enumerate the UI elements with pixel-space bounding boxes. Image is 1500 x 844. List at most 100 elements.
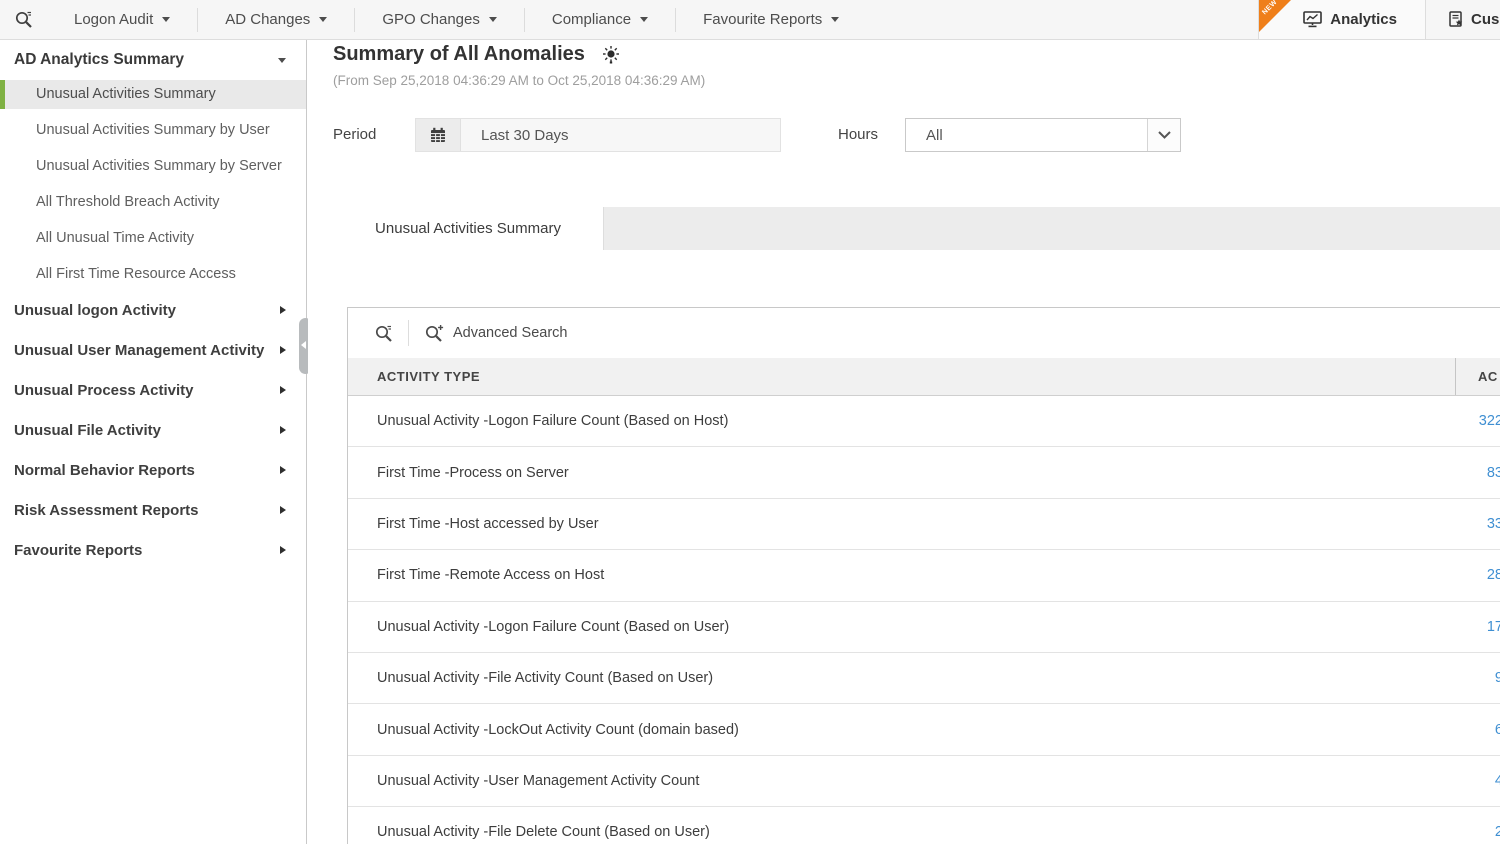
nav-menu-favourite-reports[interactable]: Favourite Reports [675,8,866,32]
table-row: Unusual Activity -LockOut Activity Count… [348,704,1500,755]
table-row: Unusual Activity -File Delete Count (Bas… [348,807,1500,844]
activity-count-header[interactable]: AC [1455,358,1500,395]
activity-type-cell: First Time -Process on Server [348,465,1455,481]
chevron-right-icon [280,466,286,474]
hours-select[interactable]: All [905,118,1181,152]
sidebar-section-label: Risk Assessment Reports [14,502,199,519]
table-row: Unusual Activity -Logon Failure Count (B… [348,602,1500,653]
tab-label: Unusual Activities Summary [375,220,561,237]
sidebar-section[interactable]: Unusual File Activity [0,416,306,444]
search-icon [374,324,393,343]
nav-menu-bar: Logon Audit AD Changes GPO Changes Complian… [47,0,866,39]
new-ribbon: NEW [1259,0,1291,32]
sidebar-section-label: Favourite Reports [14,542,142,559]
nav-menu-gpo-changes[interactable]: GPO Changes [354,8,524,32]
table-row: Unusual Activity -Logon Failure Count (B… [348,396,1500,447]
activity-count-link[interactable]: 9 [1495,670,1500,686]
global-search-button[interactable] [0,10,47,29]
activity-count-cell: 28 [1455,566,1500,584]
sidebar-section-label: Unusual File Activity [14,422,161,439]
chevron-right-icon [280,306,286,314]
table-header-row: ACTIVITY TYPE AC [348,358,1500,396]
table-toolbar: Advanced Search [348,308,1500,358]
search-plus-icon [424,324,444,343]
period-picker[interactable]: Last 30 Days [415,118,781,152]
chevron-right-icon [280,346,286,354]
report-star-icon [1448,11,1464,28]
sidebar-section[interactable]: Risk Assessment Reports [0,496,306,524]
advanced-search-button[interactable]: Advanced Search [424,324,567,343]
top-nav: Logon Audit AD Changes GPO Changes Complian… [0,0,1500,40]
nav-right-group: NEW Analytics Cus [1258,0,1500,39]
caret-down-icon [831,17,839,22]
nav-menu-compliance[interactable]: Compliance [524,8,675,32]
sidebar-item[interactable]: All First Time Resource Access [0,260,306,289]
nav-menu-label: Compliance [552,11,631,28]
period-label: Period [333,126,376,143]
chevron-down-icon [278,58,286,63]
sidebar-section[interactable]: Unusual Process Activity [0,376,306,404]
sidebar-item[interactable]: Unusual Activities Summary [0,80,306,109]
activity-count-cell: 83 [1455,464,1500,482]
sidebar-section[interactable]: Unusual User Management Activity [0,336,306,364]
hours-label: Hours [838,126,878,143]
table-body: Unusual Activity -Logon Failure Count (B… [348,396,1500,844]
activity-count-link[interactable]: 33 [1487,516,1500,532]
nav-menu-label: Favourite Reports [703,11,822,28]
activity-count-link[interactable]: 83 [1487,465,1500,481]
main-content: Summary of All Anomalies (From Sep 25,20… [308,40,1500,844]
chevron-right-icon [280,546,286,554]
sidebar-section-label: Unusual Process Activity [14,382,194,399]
nav-menu-ad-changes[interactable]: AD Changes [197,8,354,32]
sidebar-section-ad-analytics-summary[interactable]: AD Analytics Summary [0,42,306,78]
hours-dropdown-toggle[interactable] [1147,119,1180,151]
sidebar-section[interactable]: Unusual logon Activity [0,296,306,324]
caret-down-icon [489,17,497,22]
table-row: First Time -Host accessed by User 33 [348,499,1500,550]
column-search-button[interactable] [374,324,393,343]
caret-down-icon [640,17,648,22]
nav-item-analytics[interactable]: NEW Analytics [1258,0,1426,39]
activity-count-link[interactable]: 6 [1495,722,1500,738]
sidebar-item[interactable]: Unusual Activities Summary by User [0,116,306,145]
report-date-range: (From Sep 25,2018 04:36:29 AM to Oct 25,… [333,73,705,88]
nav-item-custom-reports[interactable]: Cus [1426,0,1500,39]
calendar-icon-cell[interactable] [416,119,461,151]
chevron-down-icon [1158,131,1171,139]
nav-menu-logon-audit[interactable]: Logon Audit [47,8,197,32]
activity-count-link[interactable]: 322 [1479,413,1500,429]
page-title: Summary of All Anomalies [333,43,585,66]
activity-type-cell: Unusual Activity -File Delete Count (Bas… [348,824,1455,840]
chevron-right-icon [280,426,286,434]
nav-menu-label: GPO Changes [382,11,480,28]
tab-strip: Unusual Activities Summary [333,207,1500,250]
table-row: Unusual Activity -User Management Activi… [348,756,1500,807]
sidebar-section-label: Normal Behavior Reports [14,462,195,479]
sidebar-item[interactable]: Unusual Activities Summary by Server [0,152,306,181]
sidebar-section[interactable]: Favourite Reports [0,536,306,564]
sidebar-item[interactable]: All Unusual Time Activity [0,224,306,253]
collapse-arrow-icon [301,341,306,349]
activity-type-cell: First Time -Host accessed by User [348,516,1455,532]
activity-count-cell: 6 [1455,721,1500,739]
activity-type-header[interactable]: ACTIVITY TYPE [348,369,1455,384]
activity-count-link[interactable]: 17 [1487,619,1500,635]
sidebar-section[interactable]: Normal Behavior Reports [0,456,306,484]
sidebar-item[interactable]: All Threshold Breach Activity [0,188,306,217]
table-row: First Time -Process on Server 83 [348,447,1500,498]
activity-count-link[interactable]: 2 [1495,824,1500,840]
activity-count-link[interactable]: 28 [1487,567,1500,583]
hours-value: All [906,127,1147,144]
custom-reports-label: Cus [1471,11,1499,28]
activity-count-cell: 2 [1455,823,1500,841]
tab-unusual-activities-summary[interactable]: Unusual Activities Summary [333,207,604,250]
caret-down-icon [162,17,170,22]
nav-menu-label: AD Changes [225,11,310,28]
activity-type-cell: Unusual Activity -File Activity Count (B… [348,670,1455,686]
advanced-search-label: Advanced Search [453,325,567,341]
sidebar-sections: Unusual logon Activity Unusual User Manag… [0,296,306,564]
caret-down-icon [319,17,327,22]
insight-bulb-icon[interactable] [601,45,621,65]
activity-count-link[interactable]: 4 [1495,773,1500,789]
search-icon [14,10,33,29]
